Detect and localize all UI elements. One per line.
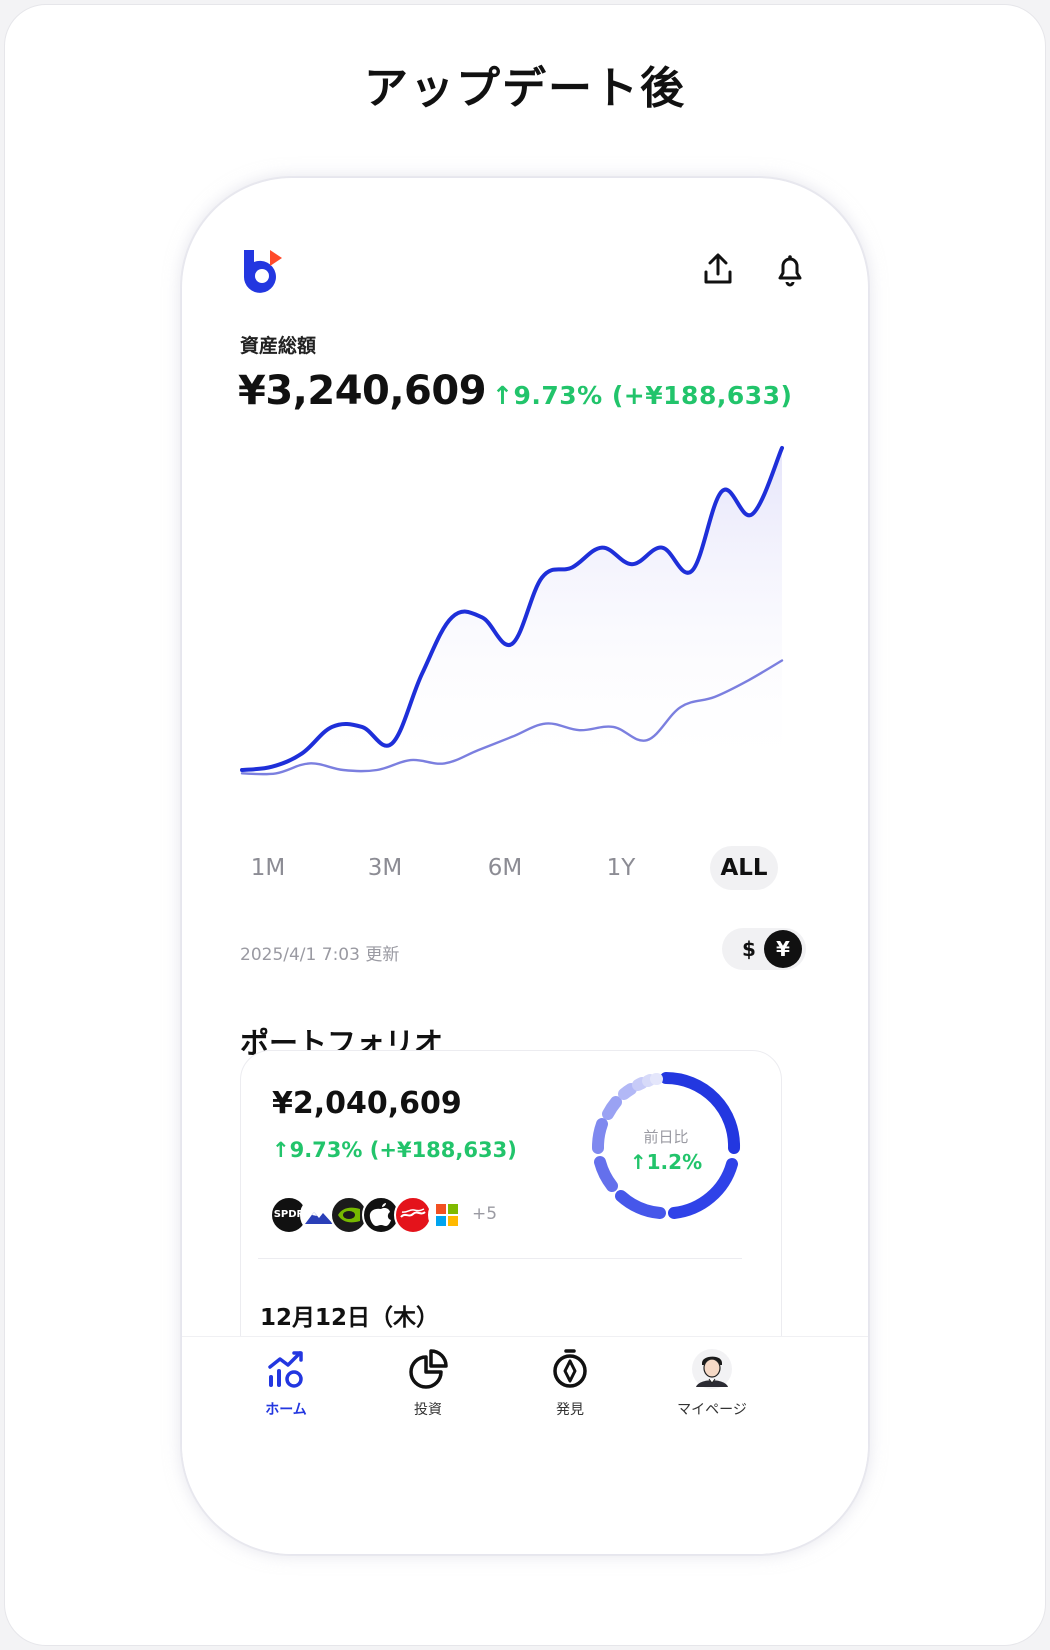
tab-mypage[interactable]: マイページ <box>652 1347 772 1437</box>
currency-jpy[interactable]: ¥ <box>764 930 802 968</box>
range-6m[interactable]: 6M <box>476 846 534 890</box>
portfolio-value: ¥2,040,609 <box>272 1086 462 1121</box>
currency-toggle[interactable]: $ ¥ <box>722 928 806 970</box>
range-selector: 1M 3M 6M 1Y ALL <box>240 846 816 890</box>
currency-usd[interactable]: $ <box>734 928 764 970</box>
tab-mypage-label: マイページ <box>677 1402 747 1418</box>
tab-home[interactable]: ホーム <box>226 1347 346 1437</box>
portfolio-date: 12月12日（木） <box>260 1305 440 1331</box>
bell-icon[interactable] <box>770 250 810 290</box>
donut-value: ↑1.2% <box>629 1150 703 1174</box>
app-screen: 資産総額 ¥3,240,609 ↑9.73% (+¥188,633) 1M 3M… <box>182 178 868 1554</box>
range-3m[interactable]: 3M <box>356 846 414 890</box>
portfolio-change: ↑9.73% (+¥188,633) <box>272 1138 517 1162</box>
assets-change: ↑9.73% (+¥188,633) <box>492 381 793 410</box>
holdings-logos[interactable]: SPDR +5 <box>270 1196 570 1236</box>
tab-discover-label: 発見 <box>556 1402 584 1418</box>
chart-area-0 <box>242 448 782 780</box>
caption: アップデート後 <box>364 63 686 114</box>
updated-timestamp: 2025/4/1 7:03 更新 <box>240 945 400 965</box>
home-chart-icon <box>268 1351 303 1388</box>
range-1m[interactable]: 1M <box>240 846 296 890</box>
card-divider <box>258 1258 742 1259</box>
assets-label: 資産総額 <box>240 335 317 357</box>
pie-chart-icon <box>409 1349 448 1389</box>
tab-discover[interactable]: 発見 <box>510 1347 630 1437</box>
tab-home-label: ホーム <box>265 1402 307 1418</box>
holdings-more[interactable]: +5 <box>472 1204 497 1224</box>
phone-frame: 資産総額 ¥3,240,609 ↑9.73% (+¥188,633) 1M 3M… <box>182 178 868 1554</box>
asset-chart[interactable] <box>240 440 812 808</box>
share-upload-icon[interactable] <box>698 250 738 290</box>
range-all[interactable]: ALL <box>710 846 778 890</box>
compass-icon <box>553 1349 587 1388</box>
tab-bar: ホーム 投資 発見 マイページ <box>182 1336 868 1554</box>
range-1y[interactable]: 1Y <box>596 846 646 890</box>
brand-logo[interactable] <box>240 246 288 294</box>
coca-cola-logo <box>394 1196 432 1234</box>
microsoft-logo <box>428 1196 466 1234</box>
assets-total: ¥3,240,609 <box>238 368 487 414</box>
donut-label: 前日比 <box>643 1128 689 1146</box>
tab-invest[interactable]: 投資 <box>368 1347 488 1437</box>
avatar-icon <box>692 1349 732 1389</box>
tab-invest-label: 投資 <box>414 1402 442 1418</box>
